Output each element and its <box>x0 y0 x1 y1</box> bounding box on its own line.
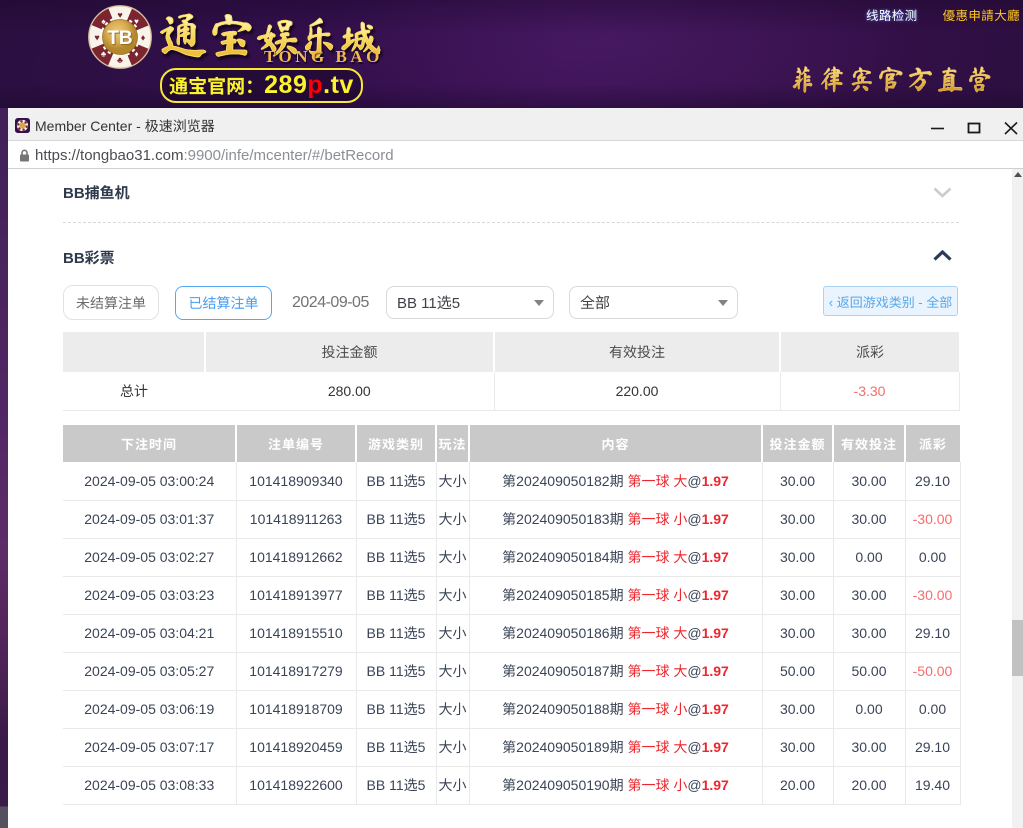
svg-text:♦: ♦ <box>134 50 138 59</box>
svg-text:♦: ♦ <box>141 33 146 43</box>
svg-text:♥: ♥ <box>134 17 139 26</box>
svg-text:♥: ♥ <box>94 33 99 43</box>
svg-text:TB: TB <box>107 28 132 49</box>
svg-text:♣: ♣ <box>101 50 107 59</box>
